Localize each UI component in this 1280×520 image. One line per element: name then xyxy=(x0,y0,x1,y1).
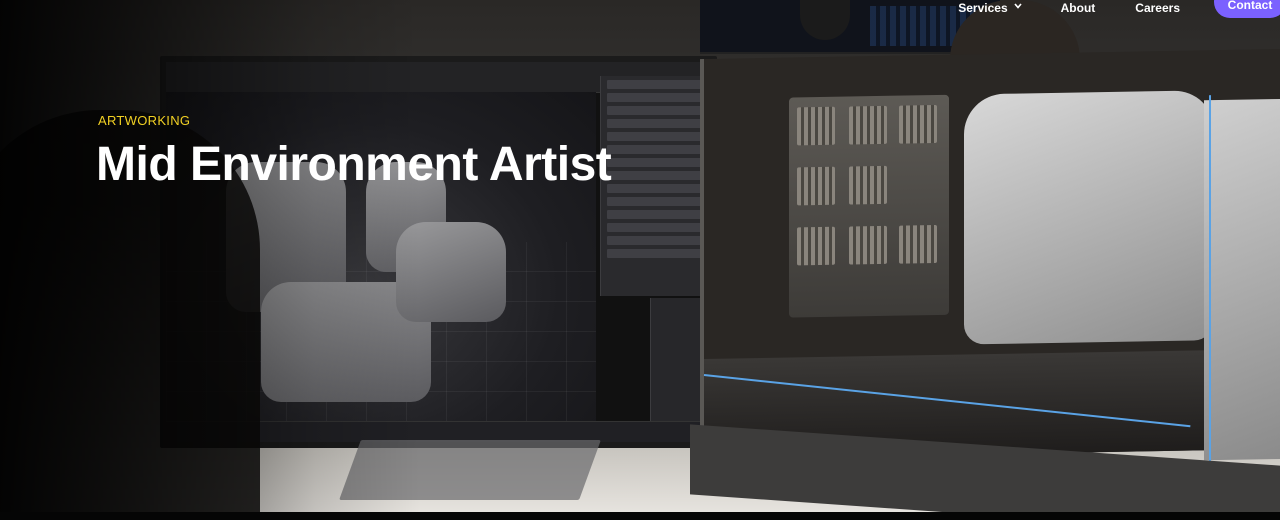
contact-button[interactable]: Contact xyxy=(1214,0,1280,18)
hero-section: ARTWORKING Mid Environment Artist xyxy=(0,0,1280,512)
nav-item-about[interactable]: About xyxy=(1061,1,1096,15)
nav-item-services[interactable]: Services xyxy=(958,1,1022,15)
page-title: Mid Environment Artist xyxy=(96,138,612,191)
chevron-down-icon xyxy=(1014,2,1022,10)
hero-gradient-overlay xyxy=(0,0,700,512)
nav-item-label: Careers xyxy=(1135,1,1180,15)
nav-item-label: About xyxy=(1060,1,1096,15)
right-monitor-photo xyxy=(700,48,1280,476)
page-bottom-edge xyxy=(0,512,1280,520)
nav-item-label: Services xyxy=(958,1,1008,15)
nav-item-careers[interactable]: Careers xyxy=(1135,1,1180,15)
top-navigation: Services About Careers Contact xyxy=(958,0,1280,24)
hero-eyebrow: ARTWORKING xyxy=(98,113,191,128)
